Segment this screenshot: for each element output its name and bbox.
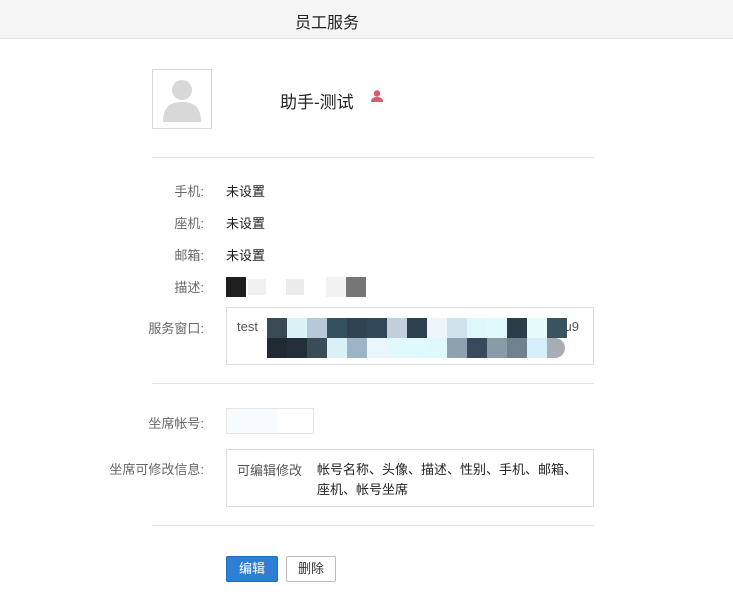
seat-account-redacted [227, 409, 277, 433]
seat-editable-label: 坐席可修改信息: [109, 462, 204, 477]
description-label: 描述: [174, 280, 204, 295]
seat-account-label: 坐席帐号: [148, 416, 204, 431]
divider [152, 383, 594, 384]
seat-editable-key: 可编辑修改 [237, 463, 303, 478]
email-label: 邮箱: [174, 248, 204, 263]
description-redacted [226, 277, 396, 299]
profile-name: 助手-测试 [280, 93, 354, 112]
service-window-label: 服务窗口: [148, 321, 204, 336]
delete-button[interactable]: 删除 [286, 556, 336, 582]
divider [152, 525, 594, 526]
divider [152, 157, 594, 158]
seat-editable-value: 帐号名称、头像、描述、性别、手机、邮箱、座机、帐号坐席 [317, 462, 578, 497]
person-icon [371, 90, 383, 102]
seat-account-field[interactable] [226, 408, 314, 434]
service-window-box: test u9 [226, 307, 594, 365]
email-value: 未设置 [226, 248, 266, 263]
service-window-prefix: test [237, 319, 258, 334]
landline-value: 未设置 [226, 216, 266, 231]
user-placeholder-icon [163, 80, 201, 122]
top-bar: 员工服务 [0, 0, 733, 39]
seat-editable-box: 可编辑修改 帐号名称、头像、描述、性别、手机、邮箱、座机、帐号坐席 [226, 449, 594, 507]
service-window-redacted [267, 318, 577, 360]
edit-button[interactable]: 编辑 [226, 556, 278, 582]
page-title: 员工服务 [295, 15, 360, 32]
avatar [152, 69, 212, 129]
phone-label: 手机: [174, 184, 204, 199]
landline-label: 座机: [174, 216, 204, 231]
phone-value: 未设置 [226, 184, 266, 199]
